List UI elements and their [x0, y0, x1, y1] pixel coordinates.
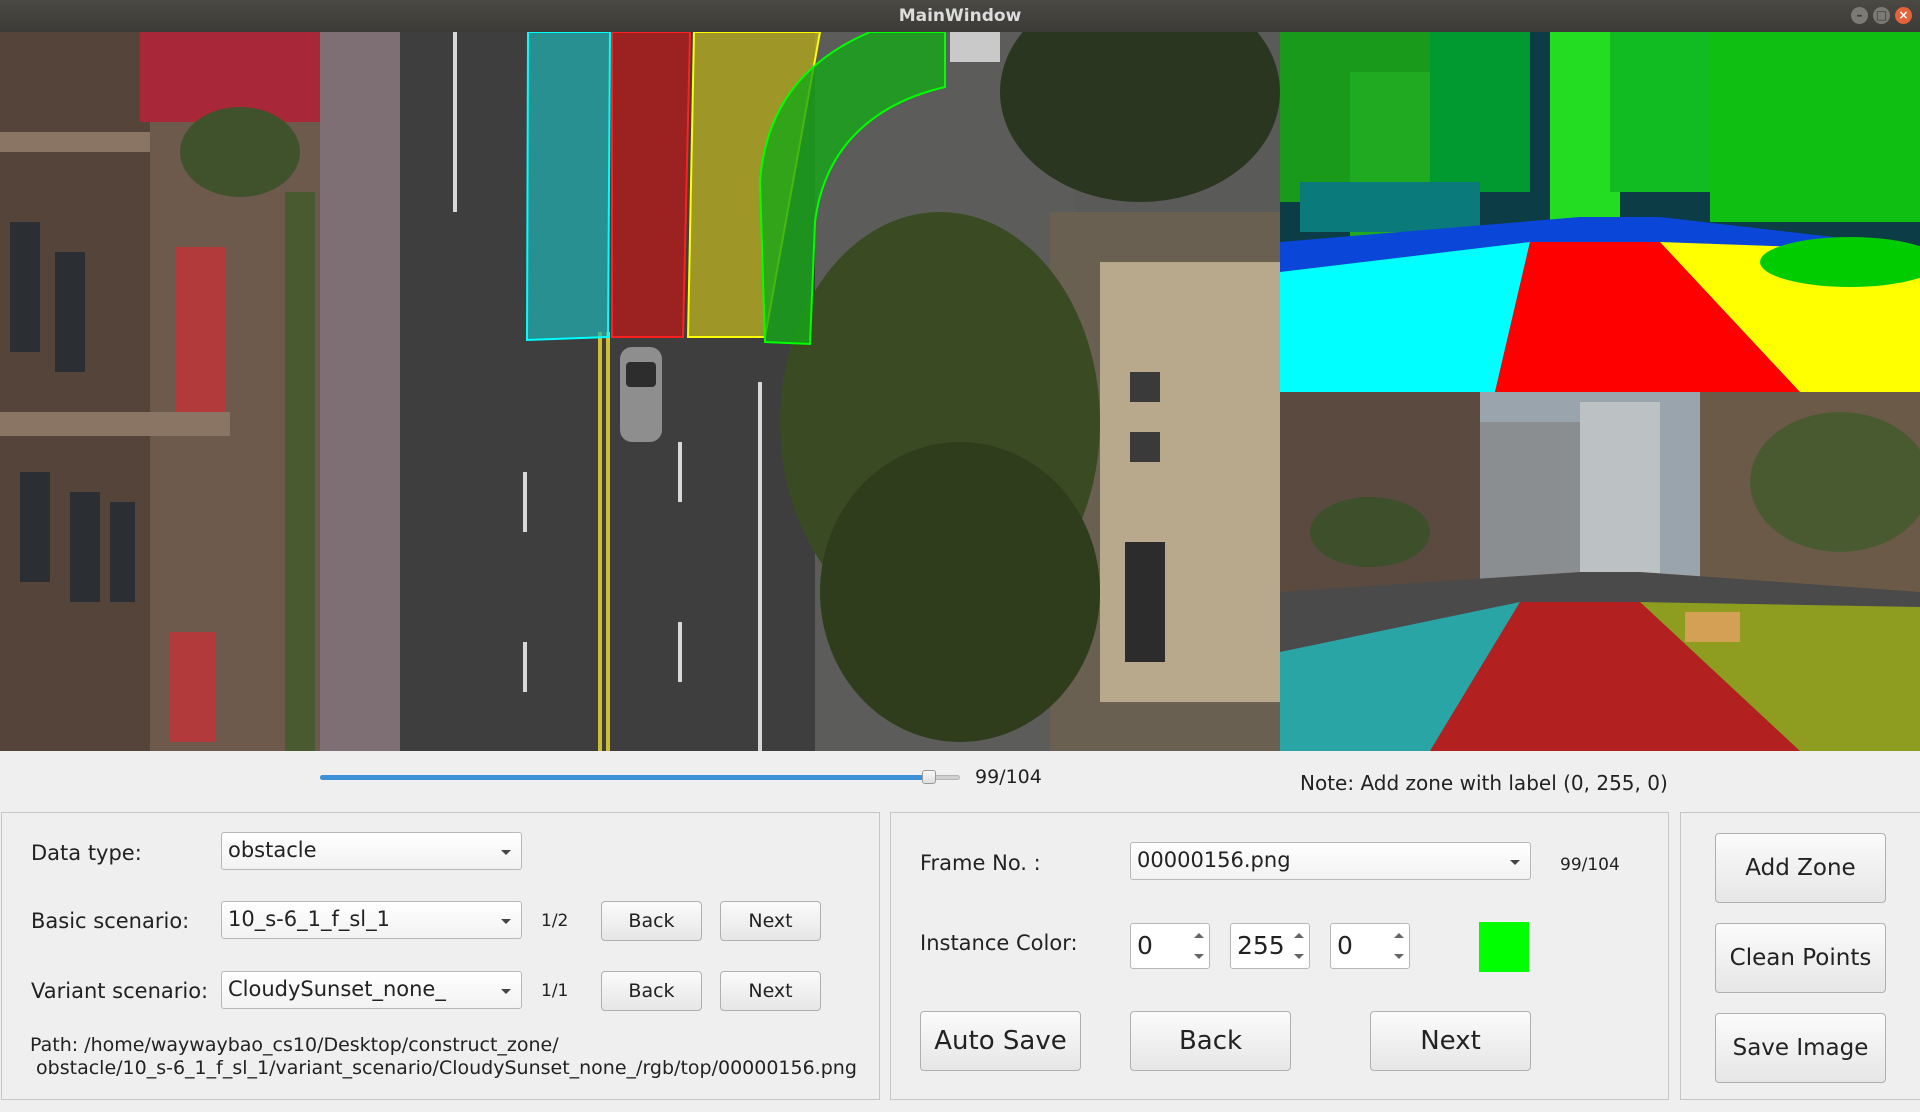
color-r-spinbox[interactable]: 0: [1130, 923, 1210, 969]
frame-panel: Frame No. : 00000156.png 99/104 Instance…: [890, 812, 1669, 1100]
instance-color-swatch: [1479, 922, 1529, 972]
color-b-spinbox[interactable]: 0: [1330, 923, 1410, 969]
rgb-front-view-image: [1280, 392, 1920, 751]
chevron-down-icon: [501, 989, 511, 994]
top-view-image[interactable]: [0, 32, 1280, 751]
slider-handle[interactable]: [922, 770, 937, 784]
variant-back-button[interactable]: Back: [601, 971, 702, 1011]
file-path: Path: /home/waywaybao_cs10/Desktop/const…: [30, 1034, 857, 1080]
frame-select[interactable]: 00000156.png: [1130, 842, 1531, 880]
spin-up-icon[interactable]: [1194, 933, 1204, 938]
save-image-button[interactable]: Save Image: [1715, 1013, 1886, 1083]
chevron-down-icon: [501, 850, 511, 855]
spin-up-icon[interactable]: [1394, 933, 1404, 938]
chevron-down-icon: [1510, 860, 1520, 865]
file-path-line-1: Path: /home/waywaybao_cs10/Desktop/const…: [30, 1034, 559, 1056]
maximize-icon[interactable]: □: [1873, 7, 1890, 24]
instance-color-label: Instance Color:: [920, 931, 1078, 955]
close-icon[interactable]: ×: [1895, 7, 1912, 24]
data-type-value: obstacle: [228, 838, 317, 862]
frame-no-label: Frame No. :: [920, 851, 1041, 875]
basic-scenario-label: Basic scenario:: [31, 909, 190, 933]
data-type-select[interactable]: obstacle: [221, 832, 522, 870]
minimize-icon[interactable]: –: [1851, 7, 1868, 24]
frame-value: 00000156.png: [1137, 848, 1291, 872]
basic-next-button[interactable]: Next: [720, 901, 821, 941]
spin-down-icon[interactable]: [1194, 954, 1204, 959]
color-g-value: 255: [1237, 931, 1285, 960]
variant-scenario-count: 1/1: [541, 981, 569, 1001]
frame-slider[interactable]: [320, 770, 960, 784]
note-text: Note: Add zone with label (0, 255, 0): [1300, 771, 1668, 795]
frame-count: 99/104: [1560, 855, 1620, 875]
spin-down-icon[interactable]: [1294, 954, 1304, 959]
basic-scenario-count: 1/2: [541, 911, 569, 931]
segmentation-view-image: [1280, 32, 1920, 392]
basic-scenario-value: 10_s-6_1_f_sl_1: [228, 907, 390, 931]
title-bar: MainWindow – □ ×: [0, 0, 1920, 32]
basic-scenario-select[interactable]: 10_s-6_1_f_sl_1: [221, 901, 522, 939]
auto-save-button[interactable]: Auto Save: [920, 1011, 1081, 1071]
spin-down-icon[interactable]: [1394, 954, 1404, 959]
data-type-label: Data type:: [31, 841, 142, 865]
variant-scenario-label: Variant scenario:: [31, 979, 209, 1003]
spin-up-icon[interactable]: [1294, 933, 1304, 938]
window-title: MainWindow: [898, 6, 1022, 26]
frame-back-button[interactable]: Back: [1130, 1011, 1291, 1071]
chevron-down-icon: [501, 919, 511, 924]
slider-fill: [320, 775, 930, 780]
color-g-spinbox[interactable]: 255: [1230, 923, 1310, 969]
clean-points-button[interactable]: Clean Points: [1715, 923, 1886, 993]
frame-next-button[interactable]: Next: [1370, 1011, 1531, 1071]
add-zone-button[interactable]: Add Zone: [1715, 833, 1886, 903]
variant-scenario-value: CloudySunset_none_: [228, 977, 446, 1001]
color-r-value: 0: [1137, 931, 1153, 960]
file-path-line-2: obstacle/10_s-6_1_f_sl_1/variant_scenari…: [30, 1057, 857, 1079]
variant-scenario-select[interactable]: CloudySunset_none_: [221, 971, 522, 1009]
variant-next-button[interactable]: Next: [720, 971, 821, 1011]
slider-count: 99/104: [975, 766, 1042, 788]
color-b-value: 0: [1337, 931, 1353, 960]
actions-panel: Add Zone Clean Points Save Image: [1680, 812, 1920, 1100]
basic-back-button[interactable]: Back: [601, 901, 702, 941]
